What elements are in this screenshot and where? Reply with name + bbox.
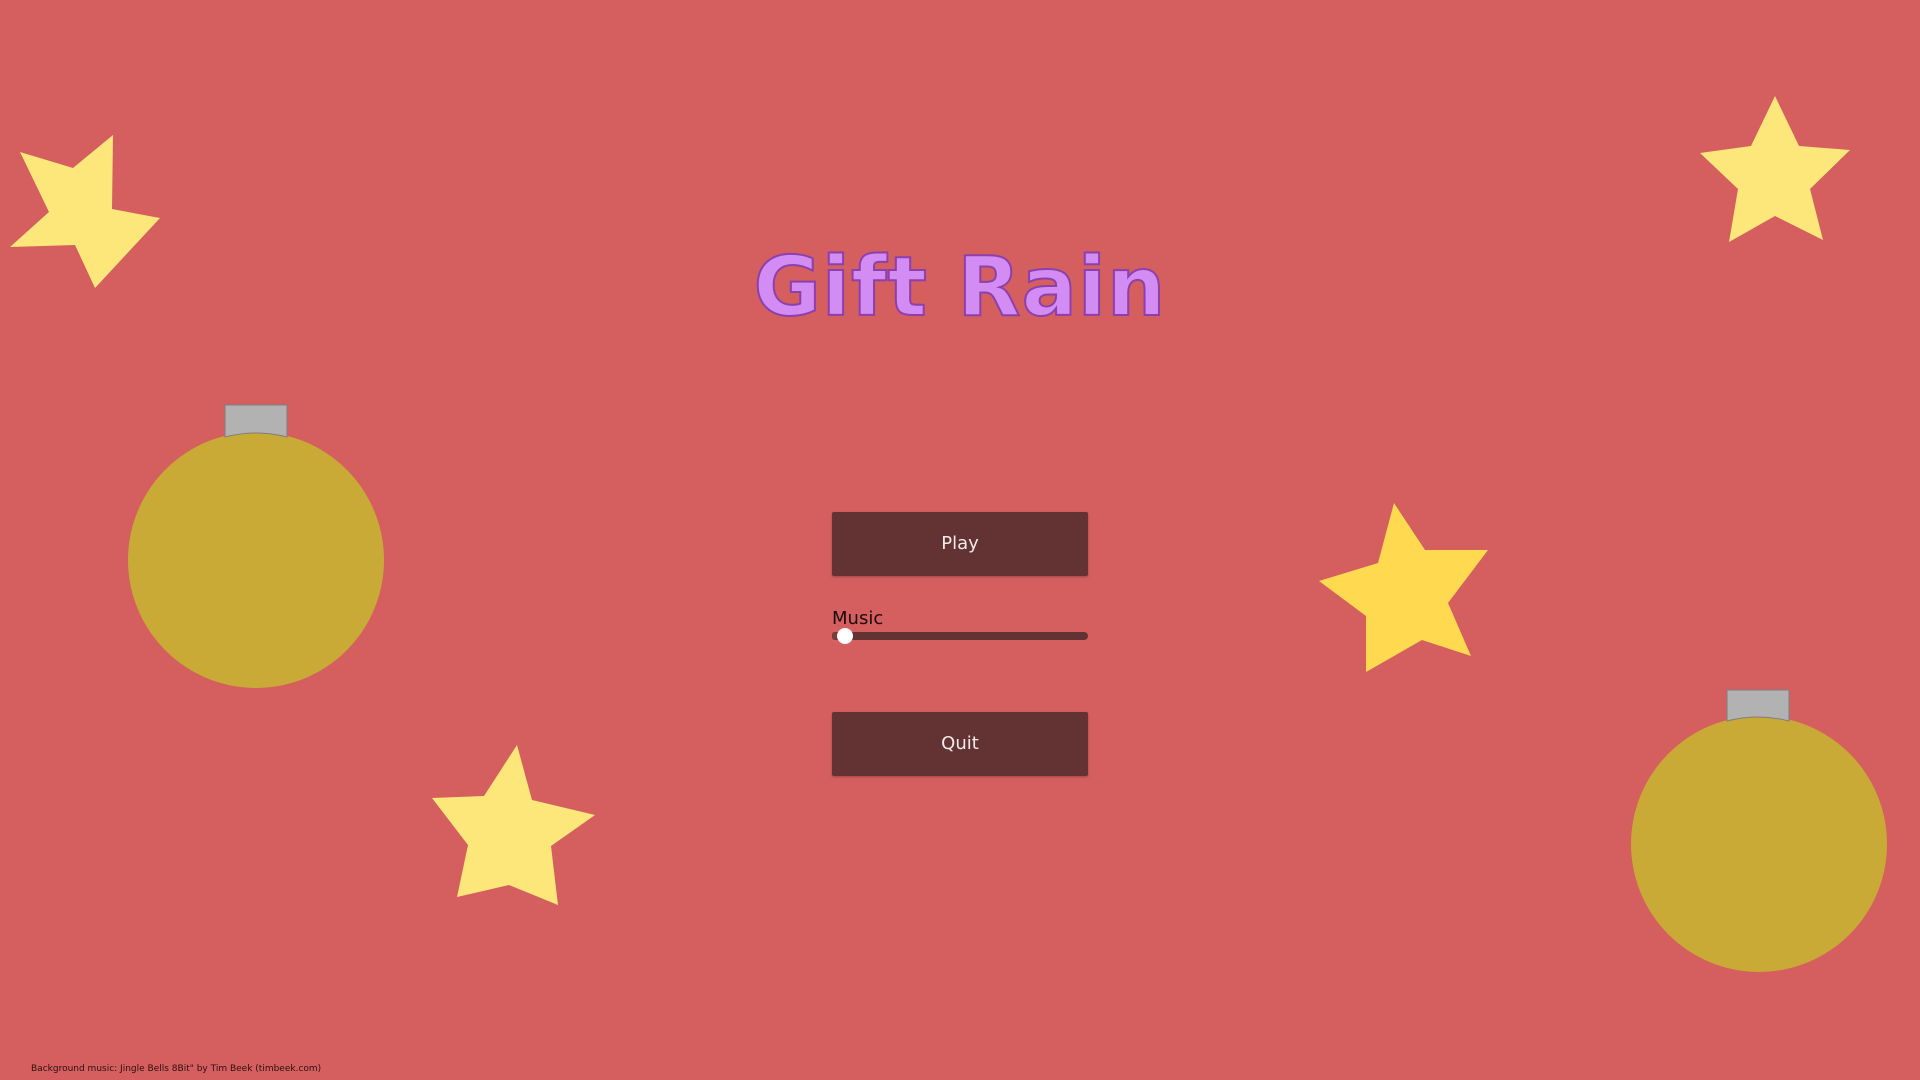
- music-volume-handle[interactable]: [836, 628, 853, 644]
- star-icon: [432, 745, 595, 905]
- quit-button[interactable]: Quit: [832, 712, 1088, 776]
- star-icon: [1700, 96, 1850, 242]
- music-volume-label: Music: [832, 608, 884, 629]
- star-icon: [1319, 503, 1488, 672]
- music-volume-slider[interactable]: [832, 628, 1088, 644]
- music-credit: Background music: Jingle Bells 8Bit" by …: [31, 1064, 322, 1074]
- game-title: Gift Rain: [753, 239, 1167, 336]
- ornament-icon: [128, 404, 384, 688]
- game-background: Gift Rain Play Music Quit Background mus…: [0, 0, 1920, 1080]
- ornament-icon: [1631, 689, 1887, 972]
- play-button[interactable]: Play: [832, 512, 1088, 576]
